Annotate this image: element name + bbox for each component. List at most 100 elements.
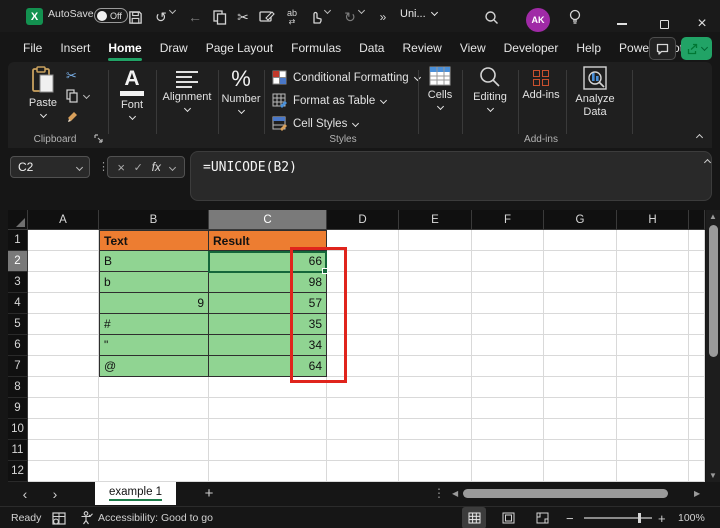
cell-A1[interactable] [28, 230, 99, 251]
row-header-4[interactable]: 4 [8, 293, 28, 314]
cell-G4[interactable] [544, 293, 617, 314]
cell-A7[interactable] [28, 356, 99, 377]
cell-B11[interactable] [99, 440, 209, 461]
ribbon-tab-home[interactable]: Home [99, 36, 150, 61]
undo-button[interactable]: ↺ [152, 8, 170, 26]
cell-partial-4[interactable] [689, 293, 705, 314]
cell-B8[interactable] [99, 377, 209, 398]
zoom-level[interactable]: 100% [678, 507, 705, 528]
row-header-8[interactable]: 8 [8, 377, 28, 398]
undo-dropdown-chevron-icon[interactable] [168, 6, 177, 15]
cell-A11[interactable] [28, 440, 99, 461]
ribbon-tab-developer[interactable]: Developer [495, 36, 568, 60]
share-button[interactable] [681, 37, 712, 60]
cell-C11[interactable] [209, 440, 327, 461]
cell-A12[interactable] [28, 461, 99, 482]
analyze-data-button[interactable]: Analyze Data [568, 66, 622, 119]
add-sheet-button[interactable]: + [200, 484, 218, 502]
cells-menu-button[interactable]: Cells [418, 66, 462, 111]
copy-button[interactable] [211, 8, 229, 26]
scroll-down-icon[interactable]: ▼ [706, 471, 720, 480]
ribbon-tab-draw[interactable]: Draw [151, 36, 197, 60]
cell-A6[interactable] [28, 335, 99, 356]
cell-A4[interactable] [28, 293, 99, 314]
cell-G11[interactable] [544, 440, 617, 461]
search-button[interactable] [482, 8, 500, 26]
cell-E3[interactable] [399, 272, 472, 293]
next-sheet-button[interactable]: › [46, 485, 64, 503]
row-header-9[interactable]: 9 [8, 398, 28, 419]
save-button[interactable] [126, 8, 144, 26]
document-title[interactable]: Uni... [400, 8, 438, 20]
cell-E4[interactable] [399, 293, 472, 314]
formula-input[interactable]: =UNICODE(B2) [190, 151, 712, 201]
cell-partial-3[interactable] [689, 272, 705, 293]
sheet-tab-active[interactable]: example 1 [95, 482, 177, 505]
cell-B2[interactable]: B [99, 251, 209, 272]
cell-F10[interactable] [472, 419, 544, 440]
enter-formula-button[interactable]: ✓ [134, 161, 143, 174]
col-header-A[interactable]: A [28, 210, 99, 230]
cell-H12[interactable] [617, 461, 689, 482]
redo-dropdown-chevron-icon[interactable] [357, 6, 366, 15]
cell-E11[interactable] [399, 440, 472, 461]
user-avatar[interactable]: AK [526, 8, 550, 32]
cell-H5[interactable] [617, 314, 689, 335]
col-header-G[interactable]: G [544, 210, 617, 230]
cell-F4[interactable] [472, 293, 544, 314]
ribbon-tab-file[interactable]: File [14, 36, 51, 60]
page-break-view-button[interactable] [530, 507, 554, 528]
cell-G9[interactable] [544, 398, 617, 419]
copy-ribbon-button[interactable] [66, 89, 79, 103]
cell-E12[interactable] [399, 461, 472, 482]
zoom-slider-track[interactable] [584, 517, 652, 519]
cell-G6[interactable] [544, 335, 617, 356]
row-header-11[interactable]: 11 [8, 440, 28, 461]
cell-G10[interactable] [544, 419, 617, 440]
cell-F6[interactable] [472, 335, 544, 356]
cell-G3[interactable] [544, 272, 617, 293]
cell-F7[interactable] [472, 356, 544, 377]
cell-C10[interactable] [209, 419, 327, 440]
alignment-menu-button[interactable]: Alignment [156, 66, 218, 113]
cell-D11[interactable] [327, 440, 399, 461]
email-draft-button[interactable] [258, 8, 276, 26]
cell-H2[interactable] [617, 251, 689, 272]
row-header-7[interactable]: 7 [8, 356, 28, 377]
cell-G2[interactable] [544, 251, 617, 272]
cell-partial-2[interactable] [689, 251, 705, 272]
cell-partial-5[interactable] [689, 314, 705, 335]
comments-button[interactable] [649, 37, 676, 60]
font-menu-button[interactable]: A Font [108, 66, 156, 121]
row-header-1[interactable]: 1 [8, 230, 28, 251]
back-arrow-icon[interactable]: ← [186, 8, 204, 26]
cancel-formula-button[interactable]: × [117, 160, 125, 175]
zoom-slider-thumb[interactable] [638, 513, 641, 523]
cell-F8[interactable] [472, 377, 544, 398]
cell-partial-10[interactable] [689, 419, 705, 440]
cell-A10[interactable] [28, 419, 99, 440]
cell-B6[interactable]: " [99, 335, 209, 356]
editing-menu-button[interactable]: Editing [462, 66, 518, 113]
cell-B12[interactable] [99, 461, 209, 482]
cell-partial-8[interactable] [689, 377, 705, 398]
cell-E2[interactable] [399, 251, 472, 272]
conditional-formatting-button[interactable]: Conditional Formatting [272, 70, 421, 85]
cell-B4[interactable]: 9 [99, 293, 209, 314]
cell-H1[interactable] [617, 230, 689, 251]
cell-partial-11[interactable] [689, 440, 705, 461]
cell-E9[interactable] [399, 398, 472, 419]
cell-H9[interactable] [617, 398, 689, 419]
format-as-table-button[interactable]: Format as Table [272, 93, 388, 108]
ribbon-tab-view[interactable]: View [451, 36, 495, 60]
cell-D9[interactable] [327, 398, 399, 419]
cut-ribbon-button[interactable]: ✂ [66, 68, 77, 84]
cell-G1[interactable] [544, 230, 617, 251]
cell-B9[interactable] [99, 398, 209, 419]
clipboard-dialog-launcher-icon[interactable] [94, 134, 103, 143]
find-replace-button[interactable]: ab ⇄ [283, 8, 301, 26]
cell-H3[interactable] [617, 272, 689, 293]
ribbon-tab-insert[interactable]: Insert [51, 36, 99, 60]
collapse-ribbon-chevron-icon[interactable] [695, 133, 704, 142]
cell-B5[interactable]: # [99, 314, 209, 335]
